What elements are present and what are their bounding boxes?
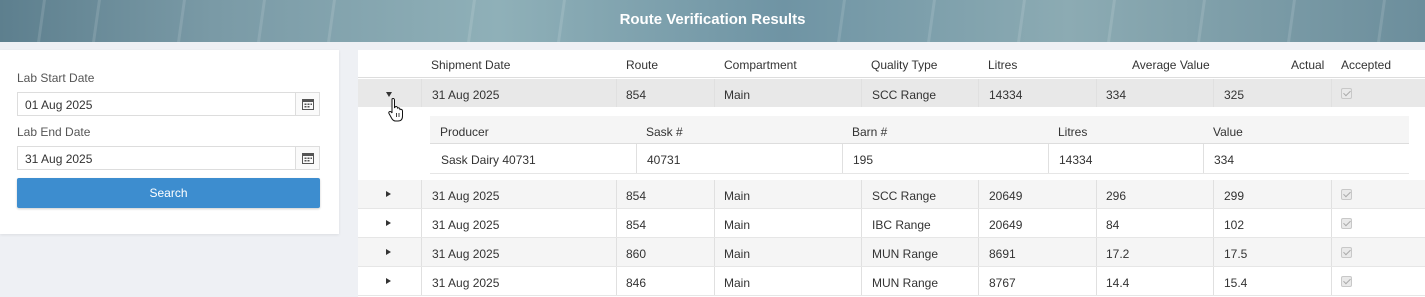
col-litres[interactable]: Litres	[988, 58, 1017, 72]
triangle-right-icon[interactable]	[386, 278, 391, 284]
cell-average: 296	[1106, 189, 1127, 203]
detail-col-barn[interactable]: Barn #	[852, 125, 887, 139]
cell-date: 31 Aug 2025	[432, 189, 500, 203]
cell-date: 31 Aug 2025	[432, 247, 500, 261]
cell-compartment: Main	[724, 189, 751, 203]
cell-quality: IBC Range	[872, 218, 931, 232]
col-actual[interactable]: Actual	[1291, 58, 1324, 72]
header-banner: Route Verification Results	[0, 0, 1425, 42]
cell-route: 854	[626, 189, 647, 203]
pointer-hand-icon	[388, 98, 403, 122]
cell-date: 31 Aug 2025	[432, 218, 500, 232]
detail-col-value[interactable]: Value	[1213, 125, 1243, 139]
grid-header: Shipment Date Route Compartment Quality …	[358, 50, 1425, 78]
cell-actual: 102	[1224, 218, 1245, 232]
col-shipment-date[interactable]: Shipment Date	[431, 58, 510, 72]
cell-quality: SCC Range	[872, 189, 937, 203]
cell-average: 14.4	[1106, 276, 1130, 290]
cell-compartment: Main	[724, 88, 751, 102]
end-date-label: Lab End Date	[17, 125, 91, 139]
cell-quality: SCC Range	[872, 88, 937, 102]
triangle-down-icon[interactable]	[386, 92, 392, 97]
cell-compartment: Main	[724, 247, 751, 261]
triangle-right-icon[interactable]	[386, 220, 391, 226]
calendar-icon[interactable]	[295, 147, 319, 169]
cell-route: 846	[626, 276, 647, 290]
detail-value: 334	[1214, 153, 1235, 167]
accepted-checkbox[interactable]	[1341, 189, 1352, 200]
col-route[interactable]: Route	[626, 58, 658, 72]
start-date-input[interactable]: 01 Aug 2025	[17, 92, 320, 116]
table-row[interactable]: 31 Aug 2025 860 Main MUN Range 8691 17.2…	[358, 238, 1425, 267]
cell-quality: MUN Range	[872, 276, 939, 290]
cell-actual: 325	[1224, 88, 1245, 102]
detail-litres: 14334	[1059, 153, 1093, 167]
cell-date: 31 Aug 2025	[432, 88, 500, 102]
end-date-value: 31 Aug 2025	[25, 152, 93, 166]
start-date-label: Lab Start Date	[17, 71, 95, 85]
detail-grid: Producer Sask # Barn # Litres Value Sask…	[430, 116, 1409, 174]
col-average-value[interactable]: Average Value	[1132, 58, 1210, 72]
accepted-checkbox[interactable]	[1341, 276, 1352, 287]
start-date-value: 01 Aug 2025	[25, 98, 93, 112]
accepted-checkbox[interactable]	[1341, 247, 1352, 258]
cell-date: 31 Aug 2025	[432, 276, 500, 290]
col-accepted[interactable]: Accepted	[1341, 58, 1391, 72]
cell-litres: 8691	[989, 247, 1016, 261]
detail-sask: 40731	[647, 153, 681, 167]
detail-col-sask[interactable]: Sask #	[646, 125, 683, 139]
filter-panel: Lab Start Date 01 Aug 2025 Lab End Date …	[0, 50, 339, 234]
accepted-checkbox[interactable]	[1341, 88, 1352, 99]
detail-header: Producer Sask # Barn # Litres Value	[430, 116, 1409, 144]
results-grid: Shipment Date Route Compartment Quality …	[358, 50, 1425, 297]
cell-litres: 20649	[989, 218, 1023, 232]
calendar-icon[interactable]	[295, 93, 319, 115]
detail-panel: Producer Sask # Barn # Litres Value Sask…	[358, 107, 1425, 179]
cell-litres: 20649	[989, 189, 1023, 203]
table-row[interactable]: 31 Aug 2025 854 Main SCC Range 14334 334…	[358, 79, 1425, 108]
cell-actual: 15.4	[1224, 276, 1248, 290]
col-compartment[interactable]: Compartment	[724, 58, 797, 72]
cell-average: 84	[1106, 218, 1120, 232]
cell-litres: 14334	[989, 88, 1023, 102]
cell-route: 854	[626, 88, 647, 102]
table-row[interactable]: 31 Aug 2025 846 Main MUN Range 8767 14.4…	[358, 267, 1425, 296]
triangle-right-icon[interactable]	[386, 191, 391, 197]
cell-compartment: Main	[724, 218, 751, 232]
cell-route: 854	[626, 218, 647, 232]
accepted-checkbox[interactable]	[1341, 218, 1352, 229]
col-quality-type[interactable]: Quality Type	[871, 58, 937, 72]
page-title: Route Verification Results	[619, 11, 806, 28]
table-row[interactable]: 31 Aug 2025 854 Main SCC Range 20649 296…	[358, 180, 1425, 209]
detail-col-litres[interactable]: Litres	[1058, 125, 1087, 139]
table-row[interactable]: 31 Aug 2025 854 Main IBC Range 20649 84 …	[358, 209, 1425, 238]
cell-compartment: Main	[724, 276, 751, 290]
cell-route: 860	[626, 247, 647, 261]
cell-average: 17.2	[1106, 247, 1130, 261]
triangle-right-icon[interactable]	[386, 249, 391, 255]
detail-col-producer[interactable]: Producer	[440, 125, 489, 139]
cell-actual: 17.5	[1224, 247, 1248, 261]
search-button[interactable]: Search	[17, 178, 320, 208]
cell-actual: 299	[1224, 189, 1245, 203]
cell-quality: MUN Range	[872, 247, 939, 261]
detail-barn: 195	[853, 153, 874, 167]
detail-producer: Sask Dairy 40731	[441, 153, 536, 167]
end-date-input[interactable]: 31 Aug 2025	[17, 146, 320, 170]
detail-row[interactable]: Sask Dairy 40731 40731 195 14334 334	[430, 144, 1409, 174]
cell-average: 334	[1106, 88, 1127, 102]
cell-litres: 8767	[989, 276, 1016, 290]
